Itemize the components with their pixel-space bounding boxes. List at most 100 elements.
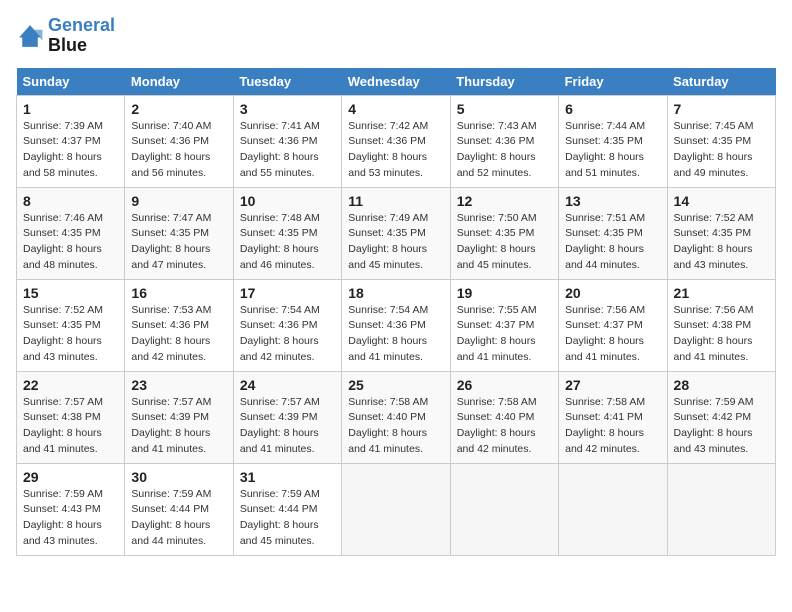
logo: GeneralBlue [16,16,115,56]
logo-text: GeneralBlue [48,16,115,56]
calendar-cell: 19 Sunrise: 7:55 AM Sunset: 4:37 PM Dayl… [450,279,558,371]
calendar-cell: 20 Sunrise: 7:56 AM Sunset: 4:37 PM Dayl… [559,279,667,371]
day-number: 1 [23,101,118,117]
day-info: Sunrise: 7:41 AM Sunset: 4:36 PM Dayligh… [240,119,335,182]
day-info: Sunrise: 7:57 AM Sunset: 4:39 PM Dayligh… [240,395,335,458]
day-number: 9 [131,193,226,209]
day-number: 28 [674,377,769,393]
logo-icon [16,22,44,50]
calendar-cell [342,463,450,555]
day-number: 20 [565,285,660,301]
day-number: 5 [457,101,552,117]
weekday-header: Wednesday [342,68,450,96]
calendar-cell: 18 Sunrise: 7:54 AM Sunset: 4:36 PM Dayl… [342,279,450,371]
day-number: 3 [240,101,335,117]
calendar-cell: 10 Sunrise: 7:48 AM Sunset: 4:35 PM Dayl… [233,187,341,279]
calendar-cell: 28 Sunrise: 7:59 AM Sunset: 4:42 PM Dayl… [667,371,775,463]
calendar-week-row: 8 Sunrise: 7:46 AM Sunset: 4:35 PM Dayli… [17,187,776,279]
calendar-cell: 25 Sunrise: 7:58 AM Sunset: 4:40 PM Dayl… [342,371,450,463]
day-number: 13 [565,193,660,209]
calendar-week-row: 29 Sunrise: 7:59 AM Sunset: 4:43 PM Dayl… [17,463,776,555]
day-number: 23 [131,377,226,393]
day-info: Sunrise: 7:43 AM Sunset: 4:36 PM Dayligh… [457,119,552,182]
day-info: Sunrise: 7:58 AM Sunset: 4:41 PM Dayligh… [565,395,660,458]
day-info: Sunrise: 7:54 AM Sunset: 4:36 PM Dayligh… [348,303,443,366]
weekday-header: Friday [559,68,667,96]
day-info: Sunrise: 7:59 AM Sunset: 4:43 PM Dayligh… [23,487,118,550]
day-number: 2 [131,101,226,117]
day-info: Sunrise: 7:47 AM Sunset: 4:35 PM Dayligh… [131,211,226,274]
calendar-cell: 6 Sunrise: 7:44 AM Sunset: 4:35 PM Dayli… [559,95,667,187]
day-info: Sunrise: 7:39 AM Sunset: 4:37 PM Dayligh… [23,119,118,182]
day-number: 22 [23,377,118,393]
day-info: Sunrise: 7:56 AM Sunset: 4:37 PM Dayligh… [565,303,660,366]
page-header: GeneralBlue [16,16,776,56]
day-number: 14 [674,193,769,209]
calendar-cell [559,463,667,555]
day-info: Sunrise: 7:59 AM Sunset: 4:42 PM Dayligh… [674,395,769,458]
day-number: 16 [131,285,226,301]
weekday-header: Tuesday [233,68,341,96]
calendar-cell: 7 Sunrise: 7:45 AM Sunset: 4:35 PM Dayli… [667,95,775,187]
calendar-cell: 27 Sunrise: 7:58 AM Sunset: 4:41 PM Dayl… [559,371,667,463]
day-number: 12 [457,193,552,209]
day-info: Sunrise: 7:57 AM Sunset: 4:39 PM Dayligh… [131,395,226,458]
calendar-cell: 4 Sunrise: 7:42 AM Sunset: 4:36 PM Dayli… [342,95,450,187]
calendar-header-row: SundayMondayTuesdayWednesdayThursdayFrid… [17,68,776,96]
day-number: 21 [674,285,769,301]
day-number: 27 [565,377,660,393]
day-info: Sunrise: 7:57 AM Sunset: 4:38 PM Dayligh… [23,395,118,458]
day-info: Sunrise: 7:52 AM Sunset: 4:35 PM Dayligh… [23,303,118,366]
day-number: 18 [348,285,443,301]
weekday-header: Thursday [450,68,558,96]
calendar-cell [450,463,558,555]
day-info: Sunrise: 7:49 AM Sunset: 4:35 PM Dayligh… [348,211,443,274]
day-number: 10 [240,193,335,209]
day-number: 4 [348,101,443,117]
day-number: 26 [457,377,552,393]
weekday-header: Sunday [17,68,125,96]
day-number: 31 [240,469,335,485]
calendar-week-row: 22 Sunrise: 7:57 AM Sunset: 4:38 PM Dayl… [17,371,776,463]
day-number: 29 [23,469,118,485]
day-number: 11 [348,193,443,209]
day-info: Sunrise: 7:40 AM Sunset: 4:36 PM Dayligh… [131,119,226,182]
calendar-cell: 29 Sunrise: 7:59 AM Sunset: 4:43 PM Dayl… [17,463,125,555]
day-number: 30 [131,469,226,485]
day-info: Sunrise: 7:58 AM Sunset: 4:40 PM Dayligh… [348,395,443,458]
day-info: Sunrise: 7:51 AM Sunset: 4:35 PM Dayligh… [565,211,660,274]
calendar-cell: 26 Sunrise: 7:58 AM Sunset: 4:40 PM Dayl… [450,371,558,463]
day-info: Sunrise: 7:50 AM Sunset: 4:35 PM Dayligh… [457,211,552,274]
day-number: 24 [240,377,335,393]
calendar-cell: 13 Sunrise: 7:51 AM Sunset: 4:35 PM Dayl… [559,187,667,279]
calendar-cell: 15 Sunrise: 7:52 AM Sunset: 4:35 PM Dayl… [17,279,125,371]
calendar-cell: 1 Sunrise: 7:39 AM Sunset: 4:37 PM Dayli… [17,95,125,187]
calendar-cell: 16 Sunrise: 7:53 AM Sunset: 4:36 PM Dayl… [125,279,233,371]
calendar-week-row: 1 Sunrise: 7:39 AM Sunset: 4:37 PM Dayli… [17,95,776,187]
day-number: 7 [674,101,769,117]
day-info: Sunrise: 7:55 AM Sunset: 4:37 PM Dayligh… [457,303,552,366]
weekday-header: Saturday [667,68,775,96]
calendar-cell: 30 Sunrise: 7:59 AM Sunset: 4:44 PM Dayl… [125,463,233,555]
calendar-cell: 22 Sunrise: 7:57 AM Sunset: 4:38 PM Dayl… [17,371,125,463]
calendar-body: 1 Sunrise: 7:39 AM Sunset: 4:37 PM Dayli… [17,95,776,555]
day-info: Sunrise: 7:58 AM Sunset: 4:40 PM Dayligh… [457,395,552,458]
day-info: Sunrise: 7:56 AM Sunset: 4:38 PM Dayligh… [674,303,769,366]
calendar-cell: 12 Sunrise: 7:50 AM Sunset: 4:35 PM Dayl… [450,187,558,279]
day-number: 17 [240,285,335,301]
day-info: Sunrise: 7:48 AM Sunset: 4:35 PM Dayligh… [240,211,335,274]
day-number: 8 [23,193,118,209]
calendar-cell: 24 Sunrise: 7:57 AM Sunset: 4:39 PM Dayl… [233,371,341,463]
calendar-week-row: 15 Sunrise: 7:52 AM Sunset: 4:35 PM Dayl… [17,279,776,371]
calendar-cell: 5 Sunrise: 7:43 AM Sunset: 4:36 PM Dayli… [450,95,558,187]
calendar-cell: 21 Sunrise: 7:56 AM Sunset: 4:38 PM Dayl… [667,279,775,371]
day-info: Sunrise: 7:52 AM Sunset: 4:35 PM Dayligh… [674,211,769,274]
day-info: Sunrise: 7:44 AM Sunset: 4:35 PM Dayligh… [565,119,660,182]
day-info: Sunrise: 7:59 AM Sunset: 4:44 PM Dayligh… [131,487,226,550]
day-info: Sunrise: 7:59 AM Sunset: 4:44 PM Dayligh… [240,487,335,550]
day-info: Sunrise: 7:46 AM Sunset: 4:35 PM Dayligh… [23,211,118,274]
calendar-cell: 2 Sunrise: 7:40 AM Sunset: 4:36 PM Dayli… [125,95,233,187]
day-info: Sunrise: 7:54 AM Sunset: 4:36 PM Dayligh… [240,303,335,366]
day-info: Sunrise: 7:53 AM Sunset: 4:36 PM Dayligh… [131,303,226,366]
calendar-table: SundayMondayTuesdayWednesdayThursdayFrid… [16,68,776,556]
